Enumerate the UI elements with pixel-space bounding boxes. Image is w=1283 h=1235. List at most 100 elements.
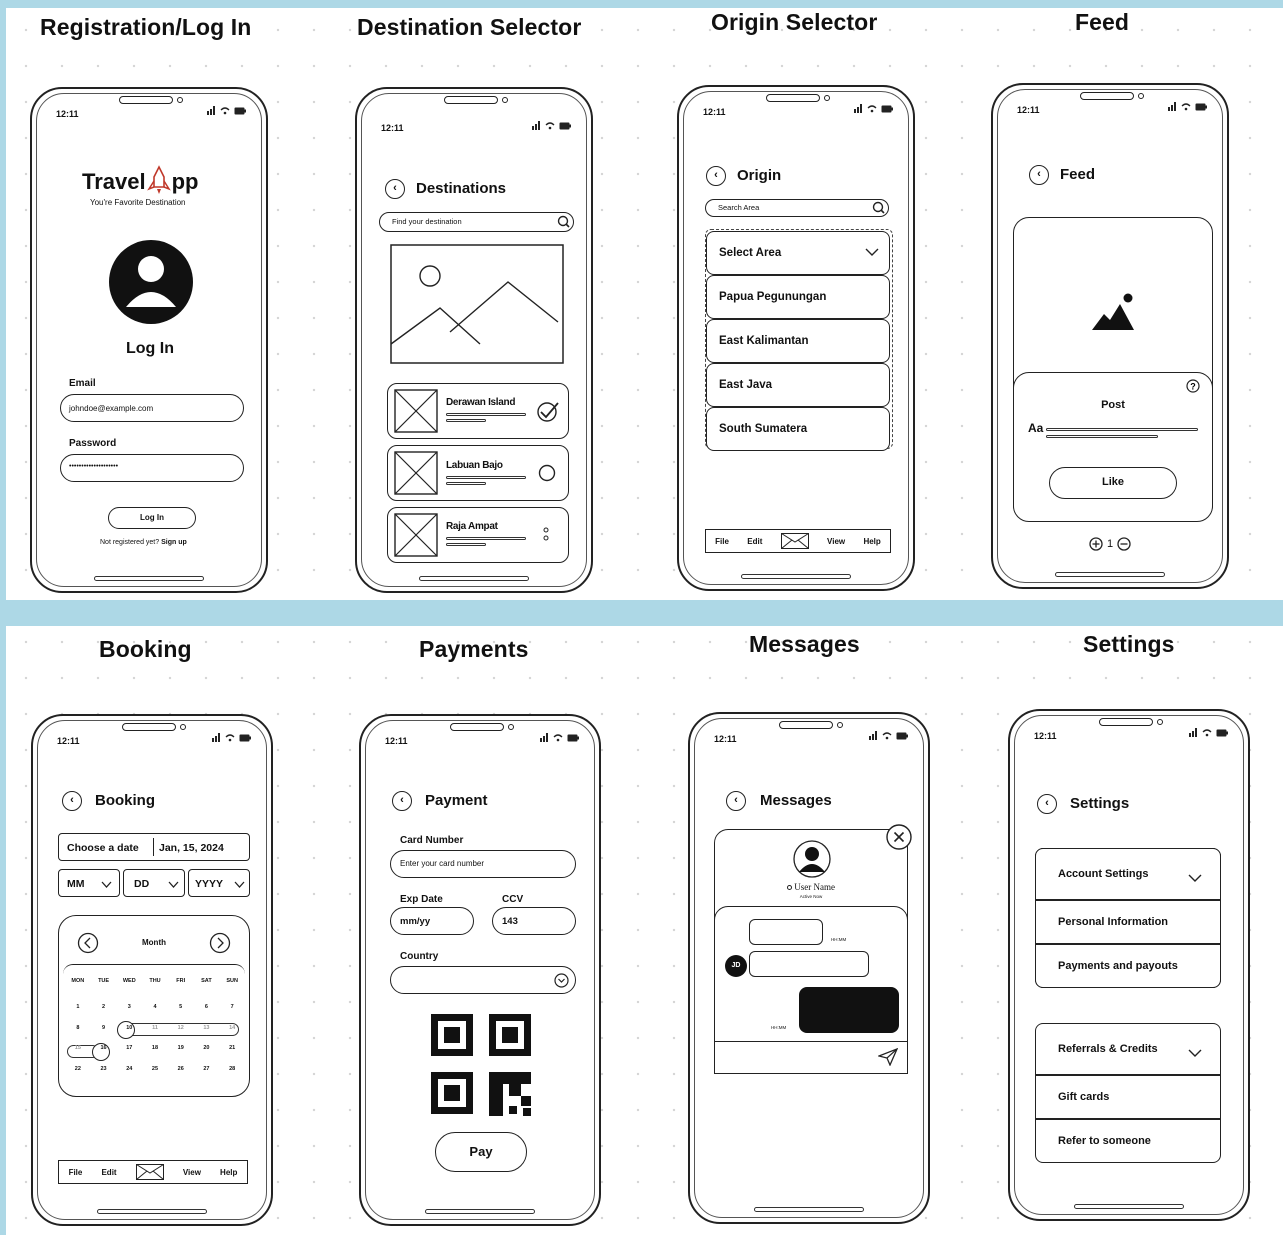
radio-icon[interactable] [538,464,556,482]
item-label: Refer to someone [1058,1135,1151,1147]
menu-file[interactable]: File [715,537,729,546]
destination-card-3[interactable]: Raja Ampat [387,507,569,563]
day-cell[interactable]: 2 [91,1004,117,1010]
chevron-down-icon [865,248,879,256]
year-select[interactable]: YYYY [188,869,250,897]
day-cell[interactable]: 9 [91,1025,117,1031]
exp-value: mm/yy [400,916,431,927]
select-area-dropdown[interactable]: Select Area [706,231,890,275]
phone-settings: 12:11 ‹ Settings Account Settings Person… [1008,709,1250,1221]
destination-card-2[interactable]: Labuan Bajo [387,445,569,501]
day-cell[interactable]: 13 [194,1025,220,1031]
post-text-line[interactable] [1046,428,1198,431]
frame-title-messages: Messages [749,631,860,657]
area-option-east-kalimantan[interactable]: East Kalimantan [706,319,890,363]
back-button[interactable]: ‹ [726,791,746,811]
day-cell[interactable]: 15 [65,1045,91,1051]
day-cell[interactable]: 23 [91,1066,117,1072]
send-icon[interactable] [878,1048,898,1066]
day-cell[interactable]: 14 [219,1025,245,1031]
day-cell[interactable]: 24 [116,1066,142,1072]
destination-search-input[interactable]: Find your destination [379,212,574,232]
day-cell[interactable]: 3 [116,1004,142,1010]
menu-help[interactable]: Help [863,537,880,546]
yyyy-label: YYYY [195,878,224,890]
day-cell[interactable]: 8 [65,1025,91,1031]
month-select[interactable]: MM [58,869,120,897]
checked-icon[interactable] [536,400,560,422]
day-cell[interactable]: 18 [142,1045,168,1051]
day-cell[interactable]: 10 [116,1025,142,1031]
more-icon[interactable] [542,526,550,544]
minus-circle-icon[interactable] [1117,537,1131,551]
personal-information-item[interactable]: Personal Information [1035,900,1221,944]
help-icon[interactable]: ? [1186,379,1200,393]
text-line [446,476,526,479]
signup-link[interactable]: Sign up [161,539,187,546]
email-field[interactable]: johndoe@example.com [60,394,244,422]
day-cell[interactable]: 26 [168,1066,194,1072]
mail-icon[interactable] [135,1164,164,1180]
phone-origin: 12:11 ‹ Origin Search Area Select Area P… [677,85,915,591]
image-icon [1092,293,1134,330]
day-cell[interactable]: 25 [142,1066,168,1072]
ccv-input[interactable]: 143 [492,907,576,935]
plus-circle-icon[interactable] [1089,537,1103,551]
avatar-icon [109,240,193,324]
day-select[interactable]: DD [123,869,185,897]
back-button[interactable]: ‹ [62,791,82,811]
password-field[interactable]: •••••••••••••••••••• [60,454,244,482]
day-cell[interactable]: 7 [219,1004,245,1010]
day-cell[interactable]: 22 [65,1066,91,1072]
gift-cards-item[interactable]: Gift cards [1035,1075,1221,1119]
close-icon[interactable] [886,824,912,850]
day-cell[interactable]: 5 [168,1004,194,1010]
area-option-papua[interactable]: Papua Pegunungan [706,275,890,319]
area-search-input[interactable]: Search Area [705,199,889,217]
day-cell[interactable]: 11 [142,1025,168,1031]
like-button[interactable]: Like [1049,467,1177,499]
day-cell[interactable]: 12 [168,1025,194,1031]
menu-view[interactable]: View [183,1168,201,1177]
back-button[interactable]: ‹ [385,179,405,199]
account-settings-item[interactable]: Account Settings [1035,848,1221,900]
day-cell[interactable]: 6 [194,1004,220,1010]
pay-button[interactable]: Pay [435,1132,527,1172]
login-button[interactable]: Log In [108,507,196,529]
country-select[interactable] [390,966,576,994]
destination-card-1[interactable]: Derawan Island [387,383,569,439]
exp-date-input[interactable]: mm/yy [390,907,474,935]
day-cell[interactable]: 1 [65,1004,91,1010]
referrals-credits-item[interactable]: Referrals & Credits [1035,1023,1221,1075]
select-area-label: Select Area [719,247,782,259]
back-button[interactable]: ‹ [392,791,412,811]
day-cell[interactable]: 21 [219,1045,245,1051]
menu-view[interactable]: View [827,537,845,546]
menu-edit[interactable]: Edit [747,537,762,546]
card-number-input[interactable]: Enter your card number [390,850,576,878]
day-cell[interactable]: 28 [219,1066,245,1072]
area-option-south-sumatera[interactable]: South Sumatera [706,407,890,451]
day-cell[interactable]: 17 [116,1045,142,1051]
menu-file[interactable]: File [69,1168,83,1177]
date-picker-field[interactable]: Choose a date Jan, 15, 2024 [58,833,250,861]
day-cell[interactable]: 4 [142,1004,168,1010]
back-button[interactable]: ‹ [1029,165,1049,185]
refer-someone-item[interactable]: Refer to someone [1035,1119,1221,1163]
message-input[interactable] [714,1041,908,1073]
day-cell[interactable]: 16 [91,1045,117,1051]
day-cell[interactable]: 20 [194,1045,220,1051]
mm-label: MM [67,878,85,890]
menu-edit[interactable]: Edit [101,1168,116,1177]
mail-icon[interactable] [780,533,809,549]
day-cell[interactable]: 27 [194,1066,220,1072]
next-month-icon[interactable] [209,932,231,954]
menu-help[interactable]: Help [220,1168,237,1177]
back-button[interactable]: ‹ [1037,794,1057,814]
destination-name: Derawan Island [446,397,516,408]
back-button[interactable]: ‹ [706,166,726,186]
payments-payouts-item[interactable]: Payments and payouts [1035,944,1221,988]
area-option-east-java[interactable]: East Java [706,363,890,407]
text-format-icon[interactable]: Aa [1028,421,1043,435]
day-cell[interactable]: 19 [168,1045,194,1051]
